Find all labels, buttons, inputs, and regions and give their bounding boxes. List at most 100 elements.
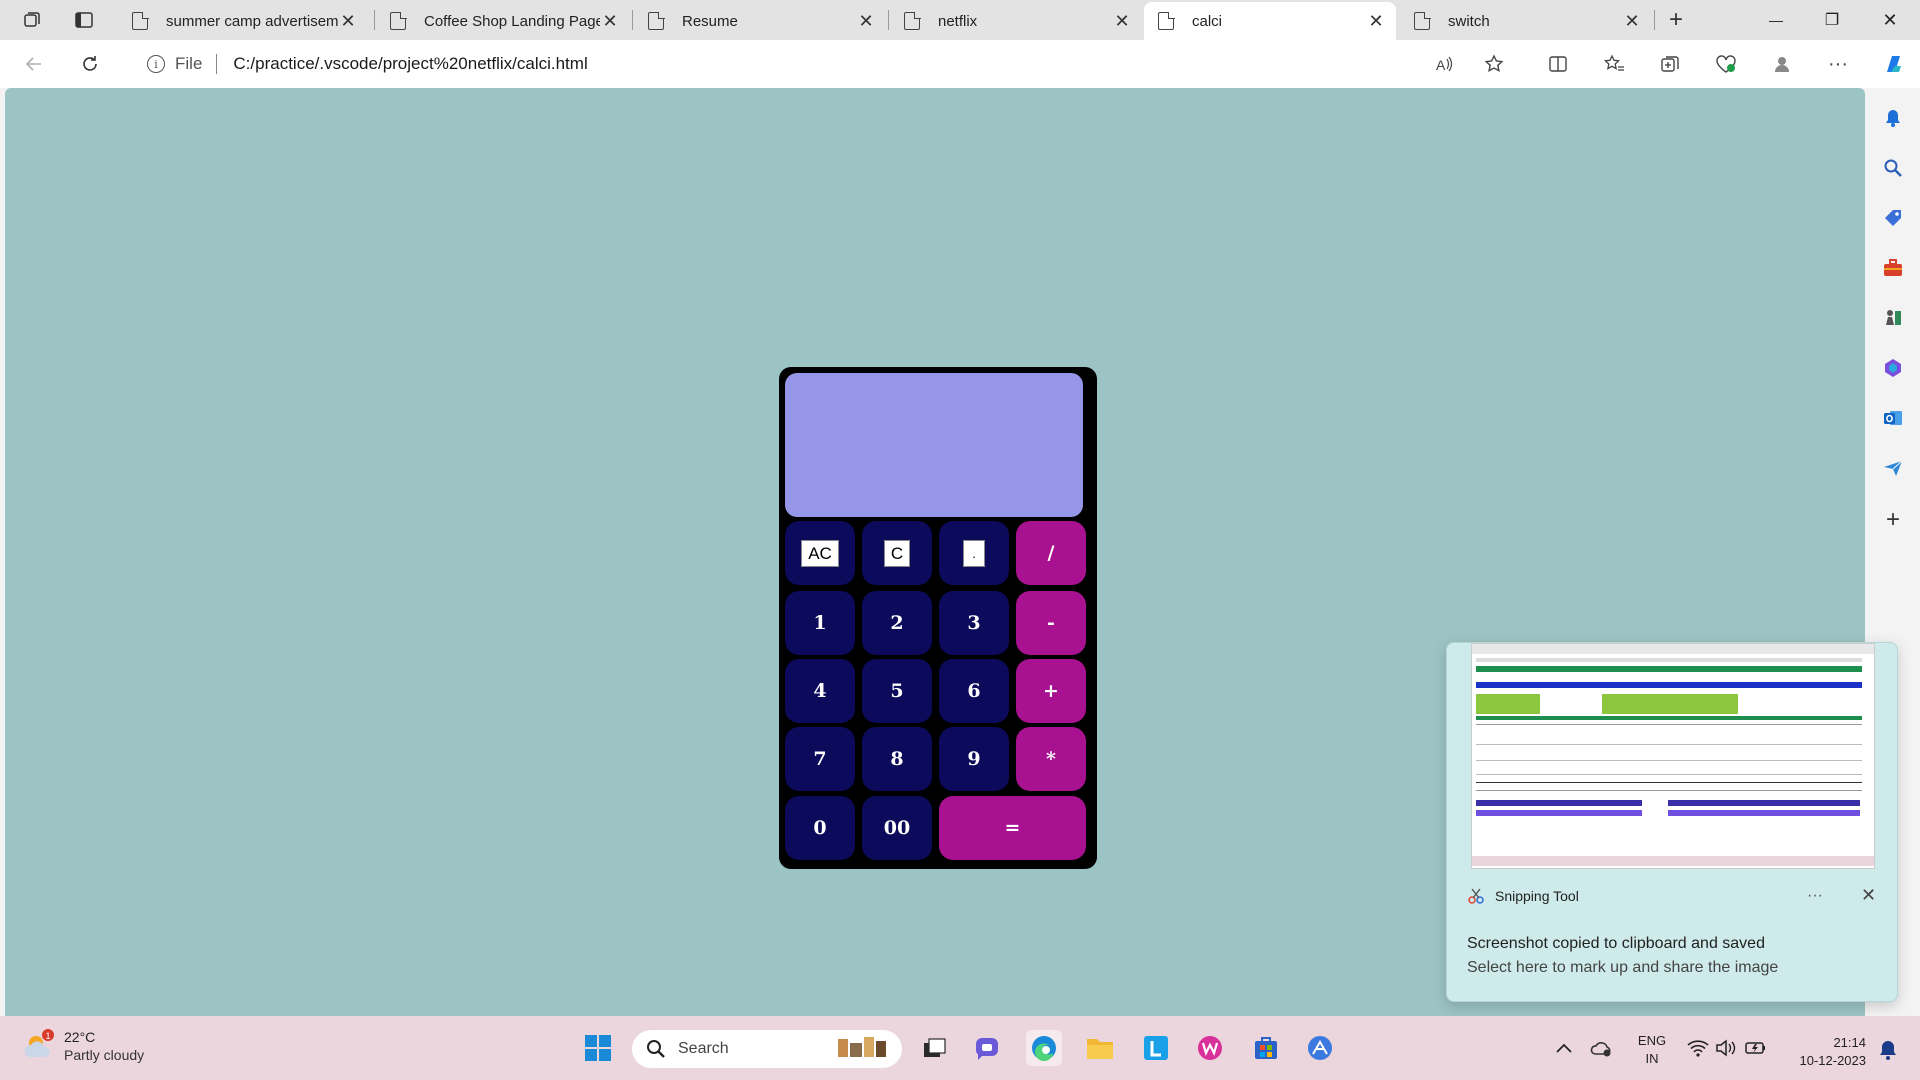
all-clear-button[interactable]: AC <box>785 521 855 585</box>
tab-switch[interactable]: switch ✕ <box>1400 2 1652 40</box>
digit-1-button[interactable]: 1 <box>785 591 855 655</box>
double-zero-button[interactable]: 00 <box>862 796 932 860</box>
snipping-tool-icon <box>1467 887 1485 905</box>
digit-6-button[interactable]: 6 <box>939 659 1009 723</box>
toast-more-options-icon[interactable]: ··· <box>1807 887 1823 905</box>
microsoft-365-icon[interactable] <box>1879 354 1907 382</box>
url-text[interactable]: C:/practice/.vscode/project%20netflix/ca… <box>233 54 587 74</box>
games-chess-icon[interactable] <box>1879 304 1907 332</box>
calculator: AC C . / 1 2 3 - 4 5 6 + 7 8 9 * 0 00 = <box>779 367 1097 869</box>
tools-briefcase-icon[interactable] <box>1879 254 1907 282</box>
page-icon <box>648 11 665 30</box>
digit-4-button[interactable]: 4 <box>785 659 855 723</box>
notification-bell-icon[interactable] <box>1870 1032 1906 1068</box>
close-tab-icon[interactable]: ✕ <box>856 11 876 32</box>
send-plane-icon[interactable] <box>1879 454 1907 482</box>
multiply-button[interactable]: * <box>1016 727 1086 791</box>
battery-icon[interactable] <box>1738 1030 1774 1066</box>
divide-button[interactable]: / <box>1016 521 1086 585</box>
teams-chat-icon[interactable] <box>970 1030 1006 1066</box>
split-screen-icon[interactable] <box>1542 48 1574 80</box>
task-view-icon[interactable] <box>916 1030 952 1066</box>
onedrive-cloud-icon[interactable] <box>1584 1030 1620 1066</box>
profile-avatar-icon[interactable] <box>1766 48 1798 80</box>
close-tab-icon[interactable]: ✕ <box>1622 11 1642 32</box>
tab-netflix[interactable]: netflix ✕ <box>890 2 1142 40</box>
favorites-icon[interactable] <box>1598 48 1630 80</box>
digit-3-button[interactable]: 3 <box>939 591 1009 655</box>
copilot-icon[interactable] <box>1878 48 1910 80</box>
azure-data-studio-icon[interactable] <box>1302 1030 1338 1066</box>
tab-divider <box>374 10 375 30</box>
wps-office-icon[interactable] <box>1192 1030 1228 1066</box>
tab-resume[interactable]: Resume ✕ <box>634 2 886 40</box>
minimize-button[interactable]: — <box>1748 0 1804 40</box>
taskbar-search[interactable]: Search <box>632 1030 902 1068</box>
browser-essentials-icon[interactable] <box>1710 48 1742 80</box>
lens-app-icon[interactable] <box>1138 1030 1174 1066</box>
weather-widget[interactable]: 1 22°C Partly cloudy <box>22 1028 144 1064</box>
screenshot-thumbnail[interactable] <box>1471 643 1875 869</box>
digit-2-button[interactable]: 2 <box>862 591 932 655</box>
show-hidden-icons-chevron-icon[interactable] <box>1546 1030 1582 1066</box>
close-window-button[interactable]: ✕ <box>1862 0 1918 40</box>
favorite-star-icon[interactable] <box>1478 48 1510 80</box>
tab-title: Coffee Shop Landing Page <box>424 12 600 30</box>
region-code: IN <box>1645 1051 1659 1066</box>
read-aloud-icon[interactable]: A <box>1428 48 1460 80</box>
clear-button[interactable]: C <box>862 521 932 585</box>
address-bar[interactable]: i File C:/practice/.vscode/project%20net… <box>126 45 1526 83</box>
search-icon[interactable] <box>1879 154 1907 182</box>
new-tab-button[interactable]: + <box>1660 6 1692 34</box>
digit-9-button[interactable]: 9 <box>939 727 1009 791</box>
tab-summer-camp[interactable]: summer camp advertiseme ✕ <box>118 2 368 40</box>
tab-title: netflix <box>938 12 978 30</box>
tab-title: summer camp advertiseme <box>166 12 338 30</box>
language-indicator[interactable]: ENG IN <box>1634 1032 1670 1068</box>
tab-title: Resume <box>682 12 738 30</box>
minus-button[interactable]: - <box>1016 591 1086 655</box>
close-tab-icon[interactable]: ✕ <box>1112 11 1132 32</box>
shopping-tag-icon[interactable] <box>1879 204 1907 232</box>
equals-button[interactable]: = <box>939 796 1086 860</box>
dot-label: . <box>963 539 985 567</box>
digit-8-button[interactable]: 8 <box>862 727 932 791</box>
weather-desc: Partly cloudy <box>64 1047 145 1063</box>
close-tab-icon[interactable]: ✕ <box>338 11 358 32</box>
file-explorer-icon[interactable] <box>1082 1030 1118 1066</box>
c-label: C <box>883 539 911 567</box>
workspaces-icon[interactable] <box>16 6 48 34</box>
toast-close-icon[interactable]: ✕ <box>1861 885 1876 906</box>
close-tab-icon[interactable]: ✕ <box>1366 11 1386 32</box>
tab-title: calci <box>1192 12 1223 30</box>
start-button[interactable] <box>580 1030 616 1066</box>
digit-7-button[interactable]: 7 <box>785 727 855 791</box>
collections-icon[interactable] <box>1654 48 1686 80</box>
tab-divider <box>632 10 633 30</box>
taskbar: 1 22°C Partly cloudy Search <box>0 1016 1920 1080</box>
back-button[interactable] <box>18 48 50 80</box>
bell-icon[interactable] <box>1879 104 1907 132</box>
digit-0-button[interactable]: 0 <box>785 796 855 860</box>
svg-text:A: A <box>1436 57 1446 73</box>
refresh-button[interactable] <box>74 48 106 80</box>
clock-date: 10-12-2023 <box>1799 1053 1867 1068</box>
snipping-tool-notification[interactable]: Snipping Tool ··· ✕ Screenshot copied to… <box>1446 642 1898 1002</box>
info-icon[interactable]: i <box>147 55 165 73</box>
tab-calci[interactable]: calci ✕ <box>1144 2 1396 40</box>
plus-button[interactable]: + <box>1016 659 1086 723</box>
close-tab-icon[interactable]: ✕ <box>600 11 620 32</box>
weather-temp: 22°C <box>64 1029 96 1045</box>
tab-actions-icon[interactable] <box>68 6 100 34</box>
microsoft-store-icon[interactable] <box>1248 1030 1284 1066</box>
tab-coffee-shop[interactable]: Coffee Shop Landing Page ✕ <box>376 2 630 40</box>
edge-browser-icon[interactable] <box>1026 1030 1062 1066</box>
search-icon <box>646 1039 666 1059</box>
restore-button[interactable]: ❐ <box>1804 0 1860 40</box>
more-menu-icon[interactable]: ··· <box>1822 48 1854 80</box>
digit-5-button[interactable]: 5 <box>862 659 932 723</box>
add-sidebar-app-icon[interactable]: + <box>1879 506 1907 534</box>
outlook-icon[interactable] <box>1879 404 1907 432</box>
system-clock[interactable]: 21:14 10-12-2023 <box>1784 1034 1867 1070</box>
decimal-button[interactable]: . <box>939 521 1009 585</box>
